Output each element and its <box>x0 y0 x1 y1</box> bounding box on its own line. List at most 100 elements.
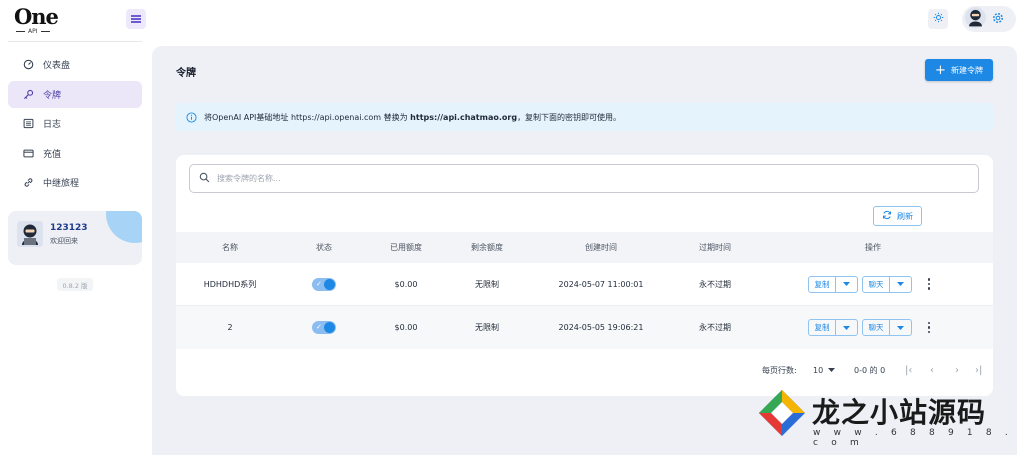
expire-time: 永不过期 <box>699 323 731 332</box>
tokens-card: 刷新 名称 状态 已用额度 剩余额度 创建时间 过期时间 操作 HDHDHD系列… <box>176 155 993 396</box>
avatar <box>17 221 43 247</box>
watermark: 龙之小站源码 w w w . 6 8 8 9 1 8 . c o m <box>757 386 1017 448</box>
list-icon <box>22 118 34 130</box>
welcome-text: 欢迎回来 <box>50 237 78 245</box>
created-time: 2024-05-07 11:00:01 <box>558 279 644 289</box>
refresh-icon <box>882 210 892 222</box>
app-logo[interactable]: One API <box>14 4 74 36</box>
copy-button[interactable]: 复制 <box>809 277 835 292</box>
check-icon: ✓ <box>316 323 322 331</box>
last-page-icon[interactable]: ›| <box>975 360 982 380</box>
key-icon <box>22 88 34 100</box>
logo-subtitle: API <box>16 28 74 35</box>
column-header: 过期时间 <box>699 243 731 252</box>
more-actions-icon[interactable] <box>924 278 934 290</box>
sidebar-item-topup[interactable]: 充值 <box>8 140 142 167</box>
user-card[interactable]: 123123 欢迎回来 <box>8 211 142 265</box>
caret-down-icon <box>828 368 836 372</box>
avatar <box>965 7 986 31</box>
status-toggle[interactable]: ✓ <box>312 277 336 291</box>
rows-per-page-label: 每页行数: <box>762 365 797 375</box>
chat-button-group: 聊天 <box>862 319 912 336</box>
status-cell: ✓ <box>312 306 336 349</box>
alert-text: 将OpenAI API基础地址 https://api.openai.com 替… <box>204 112 622 122</box>
chat-button-group: 聊天 <box>862 275 912 293</box>
row-actions: 复制 聊天 <box>808 263 934 305</box>
chat-dropdown-button[interactable] <box>889 320 911 335</box>
first-page-icon[interactable]: |‹ <box>905 360 912 380</box>
sun-icon <box>933 12 944 26</box>
version-badge: 0.8.2 版 <box>57 278 93 291</box>
sidebar-nav: 仪表盘 令牌 日志 充值 中继旅程 <box>8 51 142 199</box>
caret-down-icon <box>897 325 904 330</box>
copy-dropdown-button[interactable] <box>835 320 857 335</box>
column-header: 已用额度 <box>390 243 422 252</box>
status-toggle[interactable]: ✓ <box>312 321 336 334</box>
username: 123123 <box>50 223 88 233</box>
info-alert: 将OpenAI API基础地址 https://api.openai.com 替… <box>176 103 993 131</box>
copy-button[interactable]: 复制 <box>809 320 835 335</box>
info-icon <box>186 111 197 123</box>
more-actions-icon[interactable] <box>924 321 934 334</box>
chat-dropdown-button[interactable] <box>889 276 911 292</box>
caret-down-icon <box>843 325 850 330</box>
search-input[interactable] <box>217 174 917 183</box>
dashboard-icon <box>22 59 34 71</box>
card-decoration <box>106 211 142 243</box>
copy-button-group: 复制 <box>808 275 858 293</box>
page-title: 令牌 <box>176 68 196 79</box>
sidebar-item-label: 令牌 <box>43 90 62 101</box>
remaining-quota: 无限制 <box>475 279 499 289</box>
sidebar-item-label: 充值 <box>43 149 62 160</box>
expire-time: 永不过期 <box>699 279 731 289</box>
token-name: HDHDHD系列 <box>203 279 257 289</box>
column-header: 剩余额度 <box>471 243 503 252</box>
used-quota: $0.00 <box>394 323 418 332</box>
column-header: 状态 <box>316 243 332 252</box>
table-header: 名称 状态 已用额度 剩余额度 创建时间 过期时间 操作 <box>176 232 993 263</box>
sidebar-item-label: 中继旅程 <box>43 179 80 189</box>
refresh-button[interactable]: 刷新 <box>873 206 922 226</box>
watermark-text: 龙之小站源码 <box>812 396 987 429</box>
sidebar-item-logs[interactable]: 日志 <box>8 110 142 137</box>
sidebar-item-label: 日志 <box>43 120 62 130</box>
table-row: 2 ✓ $0.00 无限制 2024-05-05 19:06:21 永不过期 复… <box>176 306 993 349</box>
watermark-url: w w w . 6 8 8 9 1 8 . c o m <box>813 428 1013 448</box>
used-quota: $0.00 <box>394 279 418 289</box>
row-actions: 复制 聊天 <box>808 306 934 349</box>
prev-page-icon[interactable]: ‹ <box>930 360 934 380</box>
theme-toggle-button[interactable] <box>928 9 948 29</box>
card-icon <box>22 147 34 159</box>
sidebar-item-label: 仪表盘 <box>43 61 71 71</box>
search-box[interactable] <box>189 164 979 193</box>
token-name: 2 <box>227 323 233 332</box>
logo-text: One <box>14 4 59 29</box>
pagination: 每页行数: 10 0-0 的 0 |‹ ‹ › ›| <box>176 360 993 380</box>
rows-per-page-select[interactable]: 10 <box>813 360 836 380</box>
column-header: 创建时间 <box>585 243 617 252</box>
copy-dropdown-button[interactable] <box>835 276 857 292</box>
sidebar-item-tokens[interactable]: 令牌 <box>8 80 142 108</box>
sidebar-item-relay[interactable]: 中继旅程 <box>8 169 142 196</box>
remaining-quota: 无限制 <box>475 323 499 332</box>
column-header: 名称 <box>222 243 238 252</box>
divider <box>8 41 142 42</box>
next-page-icon[interactable]: › <box>955 360 959 380</box>
new-token-button[interactable]: + 新建令牌 <box>925 59 993 81</box>
column-header: 操作 <box>865 243 881 252</box>
watermark-logo-icon <box>759 390 805 436</box>
created-time: 2024-05-05 19:06:21 <box>558 323 644 332</box>
page-range: 0-0 的 0 <box>854 365 886 375</box>
chat-button[interactable]: 聊天 <box>863 277 889 292</box>
profile-menu-button[interactable] <box>962 6 1016 32</box>
caret-down-icon <box>843 282 850 286</box>
copy-button-group: 复制 <box>808 319 858 336</box>
caret-down-icon <box>897 282 904 286</box>
table-row: HDHDHD系列 ✓ $0.00 无限制 2024-05-07 11:00:01… <box>176 263 993 306</box>
menu-toggle-button[interactable] <box>126 9 146 29</box>
check-icon: ✓ <box>316 279 322 288</box>
chat-button[interactable]: 聊天 <box>863 320 889 335</box>
sidebar-item-dashboard[interactable]: 仪表盘 <box>8 51 142 78</box>
link-icon <box>22 177 34 189</box>
plus-icon: + <box>935 62 946 78</box>
